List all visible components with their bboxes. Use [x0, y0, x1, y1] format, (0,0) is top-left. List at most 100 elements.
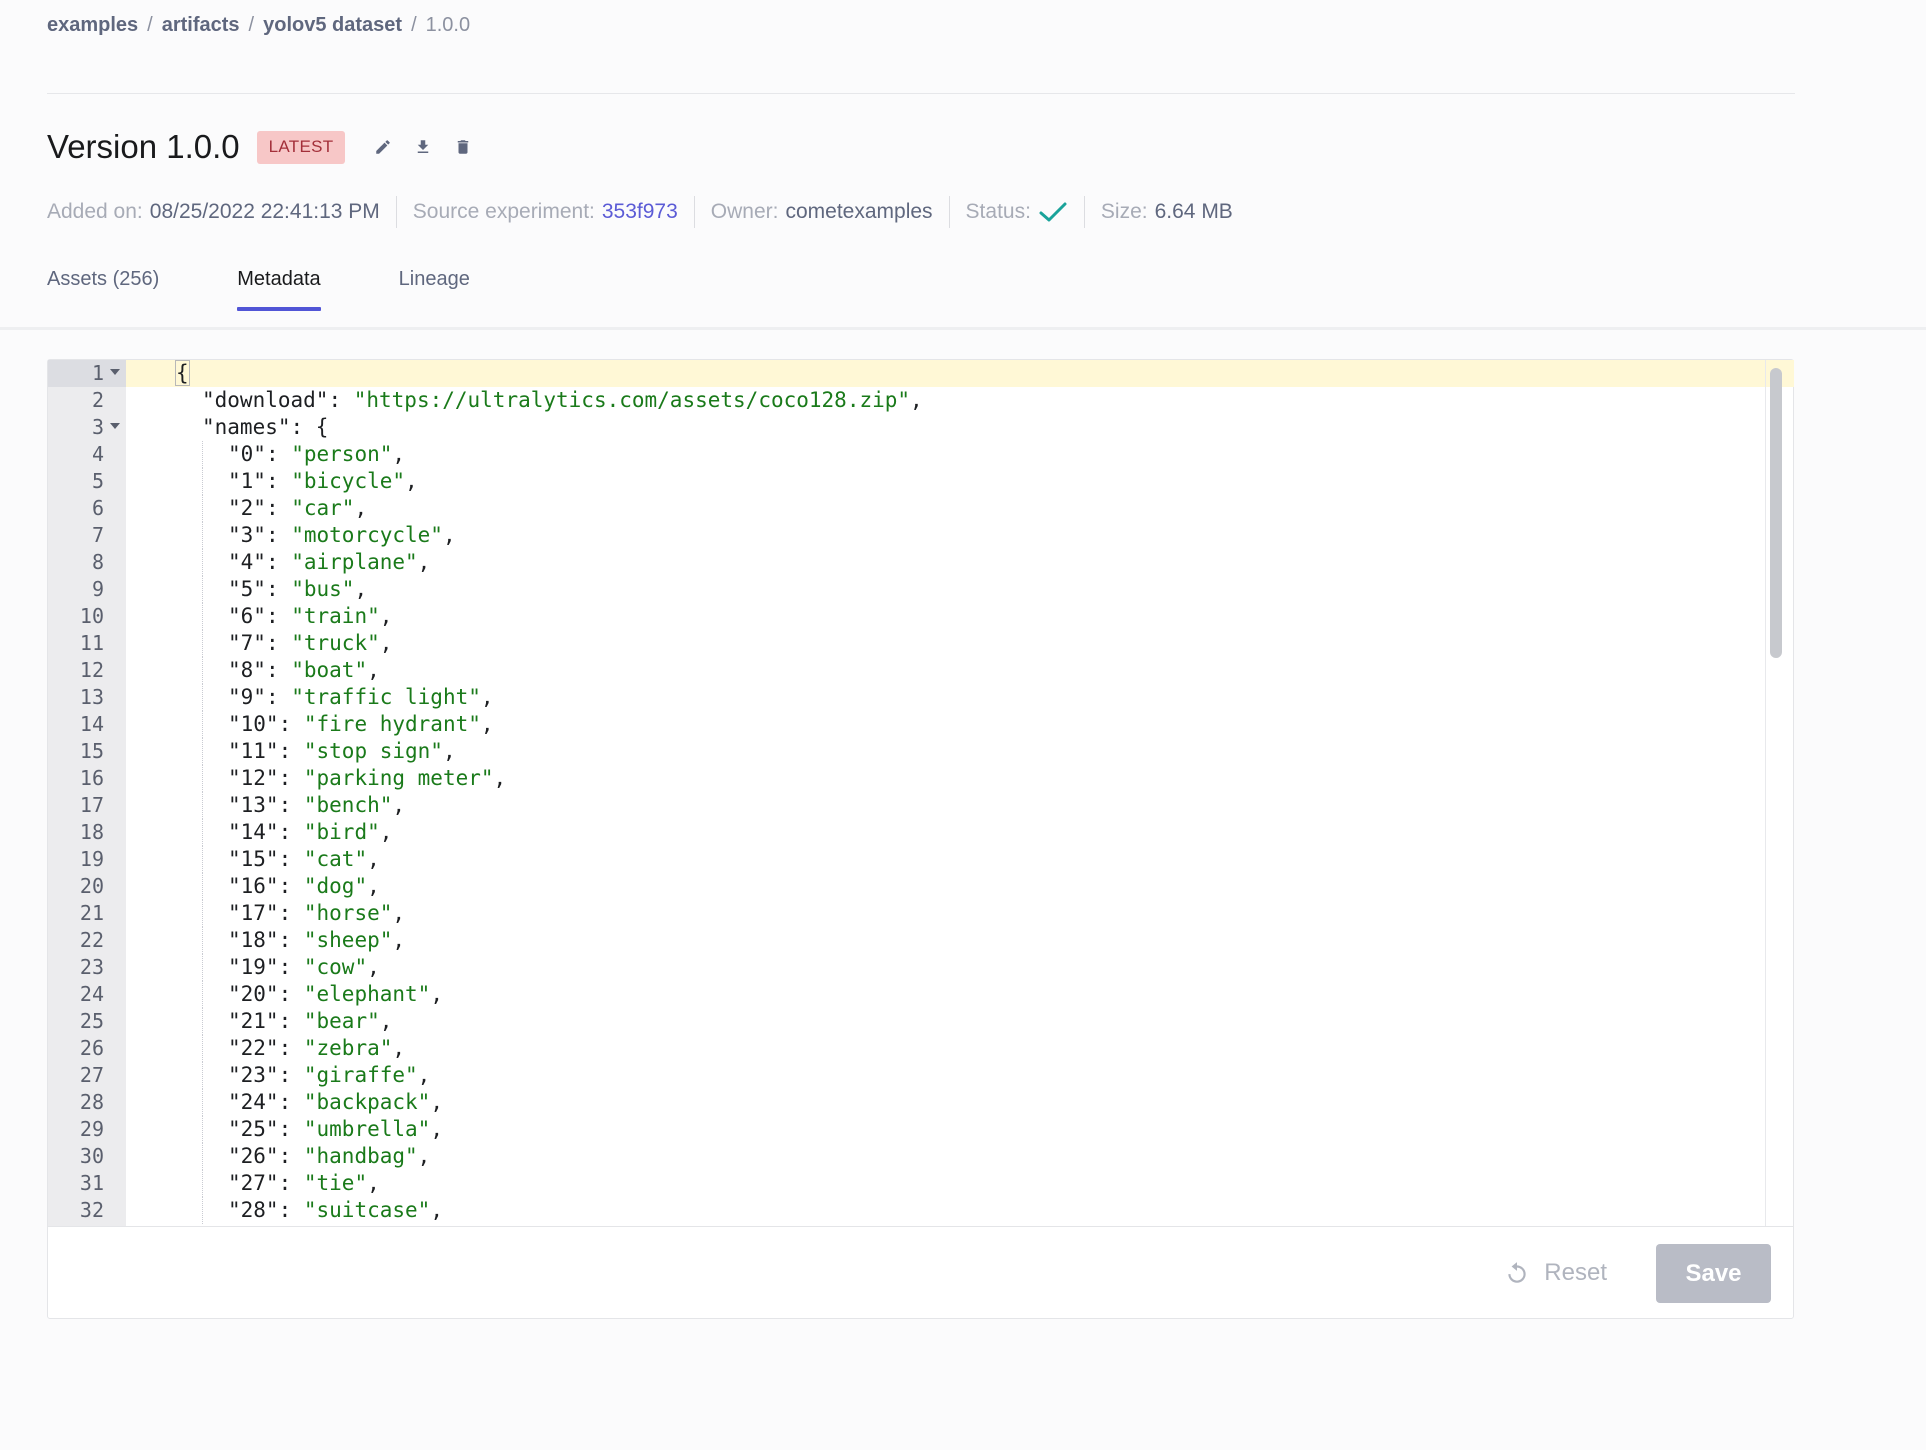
- json-punctuation: ,: [379, 604, 393, 628]
- json-punctuation: :: [265, 523, 292, 547]
- delete-icon[interactable]: [453, 137, 473, 157]
- editor-line[interactable]: 10 "6": "train",: [48, 603, 1794, 630]
- editor-line[interactable]: 5 "1": "bicycle",: [48, 468, 1794, 495]
- json-punctuation: ,: [480, 712, 494, 736]
- json-string: "backpack": [303, 1090, 431, 1114]
- indent-guide: [202, 576, 203, 603]
- editor-line[interactable]: 7 "3": "motorcycle",: [48, 522, 1794, 549]
- editor-line[interactable]: 11 "7": "truck",: [48, 630, 1794, 657]
- editor-line[interactable]: 28 "24": "backpack",: [48, 1089, 1794, 1116]
- editor-line[interactable]: 13 "9": "traffic light",: [48, 684, 1794, 711]
- json-punctuation: :: [278, 1063, 304, 1087]
- download-icon[interactable]: [413, 137, 433, 157]
- json-punctuation: ,: [354, 577, 368, 601]
- editor-line[interactable]: 32 "28": "suitcase",: [48, 1197, 1794, 1224]
- json-string: "traffic light": [291, 685, 481, 709]
- edit-icon[interactable]: [373, 137, 393, 157]
- editor-line[interactable]: 23 "19": "cow",: [48, 954, 1794, 981]
- save-button[interactable]: Save: [1656, 1244, 1771, 1303]
- editor-line[interactable]: 18 "14": "bird",: [48, 819, 1794, 846]
- editor-line[interactable]: 24 "20": "elephant",: [48, 981, 1794, 1008]
- indent-guide: [202, 495, 203, 522]
- code-line: "7": "truck",: [228, 630, 392, 657]
- indent-guide: [202, 522, 203, 549]
- editor-scrollbar[interactable]: [1770, 368, 1782, 658]
- breadcrumb-artifacts-link[interactable]: artifacts: [162, 14, 240, 37]
- json-punctuation: ,: [392, 901, 406, 925]
- line-number: 5: [91, 469, 104, 493]
- json-editor[interactable]: 1{2 "download": "https://ultralytics.com/…: [48, 360, 1794, 1226]
- editor-line[interactable]: 27 "23": "giraffe",: [48, 1062, 1794, 1089]
- code-line: "names": {: [202, 414, 328, 441]
- size-value: 6.64 MB: [1154, 200, 1233, 223]
- breadcrumb-workspace-link[interactable]: examples: [47, 14, 138, 37]
- indent-guide: [202, 441, 203, 468]
- tab-assets[interactable]: Assets (256): [47, 268, 159, 311]
- code-line: {: [175, 360, 190, 387]
- added-on-label: Added on:: [47, 200, 143, 223]
- tab-metadata[interactable]: Metadata: [237, 268, 322, 311]
- json-key: "2": [228, 496, 266, 520]
- editor-line[interactable]: 2 "download": "https://ultralytics.com/as…: [48, 387, 1794, 414]
- line-number: 12: [79, 658, 104, 682]
- fold-toggle-icon[interactable]: [110, 423, 120, 429]
- json-string: "sheep": [303, 928, 393, 952]
- json-key: "1": [228, 469, 266, 493]
- line-number: 28: [79, 1090, 104, 1114]
- json-punctuation: :: [265, 685, 292, 709]
- editor-line[interactable]: 29 "25": "umbrella",: [48, 1116, 1794, 1143]
- reset-button[interactable]: Reset: [1504, 1259, 1607, 1287]
- size: Size: 6.64 MB: [1101, 200, 1233, 224]
- breadcrumb-separator: /: [248, 14, 255, 36]
- json-punctuation: ,: [430, 1090, 443, 1114]
- json-key: "21": [228, 1009, 279, 1033]
- json-string: "https://ultralytics.com/assets/coco128.…: [353, 388, 911, 412]
- json-punctuation: :: [328, 388, 354, 412]
- json-key: "8": [228, 658, 266, 682]
- editor-line[interactable]: 9 "5": "bus",: [48, 576, 1794, 603]
- fold-toggle-icon[interactable]: [110, 369, 120, 375]
- json-punctuation: : {: [290, 415, 329, 439]
- json-key: "13": [228, 793, 279, 817]
- editor-line[interactable]: 30 "26": "handbag",: [48, 1143, 1794, 1170]
- editor-line[interactable]: 26 "22": "zebra",: [48, 1035, 1794, 1062]
- line-number: 7: [91, 523, 104, 547]
- line-number: 23: [79, 955, 104, 979]
- editor-line[interactable]: 4 "0": "person",: [48, 441, 1794, 468]
- json-string: "bird": [303, 820, 380, 844]
- editor-line[interactable]: 19 "15": "cat",: [48, 846, 1794, 873]
- json-string: "zebra": [303, 1036, 393, 1060]
- editor-line[interactable]: 6 "2": "car",: [48, 495, 1794, 522]
- breadcrumb-artifact-link[interactable]: yolov5 dataset: [263, 14, 402, 37]
- editor-line[interactable]: 22 "18": "sheep",: [48, 927, 1794, 954]
- indent-guide: [202, 1170, 203, 1197]
- breadcrumb-separator: /: [147, 14, 153, 36]
- editor-line[interactable]: 15 "11": "stop sign",: [48, 738, 1794, 765]
- json-string: "bear": [303, 1009, 380, 1033]
- json-punctuation: ,: [392, 442, 406, 466]
- json-punctuation: ,: [354, 496, 368, 520]
- indent-guide: [202, 657, 203, 684]
- editor-line[interactable]: 21 "17": "horse",: [48, 900, 1794, 927]
- indent-guide: [202, 1008, 203, 1035]
- editor-line[interactable]: 8 "4": "airplane",: [48, 549, 1794, 576]
- line-number: 8: [91, 550, 104, 574]
- status: Status:: [966, 200, 1068, 224]
- editor-line[interactable]: 25 "21": "bear",: [48, 1008, 1794, 1035]
- indent-guide: [202, 1197, 203, 1224]
- tab-lineage[interactable]: Lineage: [399, 268, 470, 311]
- source-experiment-link[interactable]: 353f973: [602, 200, 678, 224]
- indent-guide: [202, 711, 203, 738]
- json-punctuation: ,: [392, 1036, 406, 1060]
- editor-line[interactable]: 31 "27": "tie",: [48, 1170, 1794, 1197]
- owner-label: Owner:: [710, 200, 779, 223]
- editor-line[interactable]: 3 "names": {: [48, 414, 1794, 441]
- editor-line[interactable]: 17 "13": "bench",: [48, 792, 1794, 819]
- editor-line[interactable]: 1{: [48, 360, 1794, 387]
- editor-line[interactable]: 12 "8": "boat",: [48, 657, 1794, 684]
- editor-line[interactable]: 14 "10": "fire hydrant",: [48, 711, 1794, 738]
- editor-line[interactable]: 20 "16": "dog",: [48, 873, 1794, 900]
- json-string: "horse": [303, 901, 393, 925]
- editor-line[interactable]: 16 "12": "parking meter",: [48, 765, 1794, 792]
- json-punctuation: ,: [392, 928, 406, 952]
